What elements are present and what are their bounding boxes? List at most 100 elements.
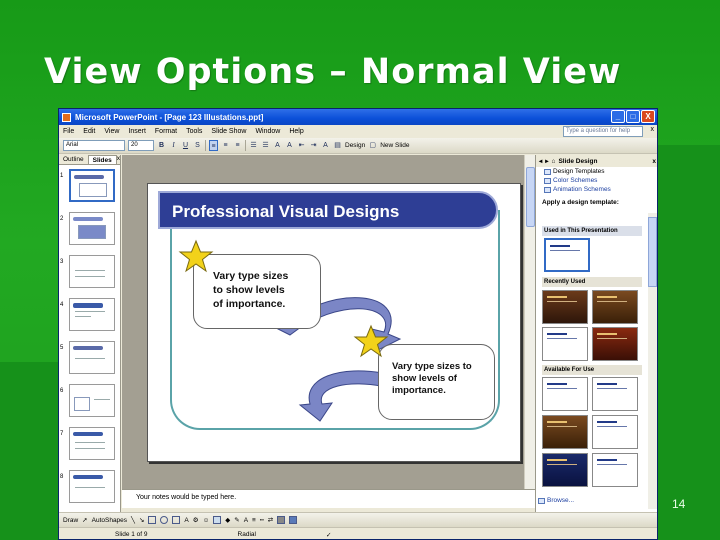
slide-thumbnail[interactable] [69, 384, 115, 417]
numbering-icon[interactable]: ☰ [249, 140, 258, 151]
rectangle-icon[interactable] [148, 516, 157, 524]
document-close-icon[interactable]: x [651, 126, 655, 133]
template-thumbnail[interactable] [542, 327, 588, 361]
clipart-icon[interactable]: ☺ [203, 517, 210, 524]
shadow-icon[interactable] [277, 516, 286, 524]
task-pane-scrollbar[interactable] [648, 213, 657, 509]
3d-icon[interactable] [289, 516, 298, 524]
font-color-icon[interactable]: A [321, 140, 330, 151]
scrollbar-thumb[interactable] [526, 167, 535, 227]
thumbnail-row[interactable]: 7 [59, 427, 119, 463]
menu-help[interactable]: Help [289, 128, 303, 135]
link-animation-schemes[interactable]: Animation Schemes [536, 185, 657, 194]
back-arrow-icon[interactable]: ◂ [539, 157, 542, 165]
browse-link[interactable]: Browse... [538, 497, 574, 504]
thumbnail-row[interactable]: 6 [59, 384, 119, 420]
wordart-icon[interactable]: A [184, 517, 188, 524]
scrollbar-thumb[interactable] [648, 217, 657, 287]
draw-menu[interactable]: Draw [63, 517, 78, 524]
thumbnail-row[interactable]: 1 [59, 169, 119, 205]
forward-arrow-icon[interactable]: ▸ [545, 157, 548, 165]
template-thumbnail[interactable] [592, 327, 638, 361]
menu-slide-show[interactable]: Slide Show [211, 128, 246, 135]
align-right-icon[interactable]: ≡ [233, 140, 242, 151]
task-pane-close-icon[interactable]: x [652, 158, 656, 165]
bold-button[interactable]: B [157, 140, 166, 151]
thumbnail-row[interactable]: 8 [59, 470, 119, 506]
thumbnail-row[interactable]: 4 [59, 298, 119, 334]
tab-outline[interactable]: Outline [59, 155, 88, 164]
minimize-button[interactable]: _ [611, 110, 625, 123]
diagram-icon[interactable]: ⚙ [193, 516, 199, 524]
oval-icon[interactable] [160, 516, 169, 524]
picture-icon[interactable] [213, 516, 222, 524]
tab-slides[interactable]: Slides [87, 155, 117, 164]
template-thumbnail[interactable] [542, 290, 588, 324]
underline-button[interactable]: U [181, 140, 190, 151]
link-color-schemes[interactable]: Color Schemes [536, 176, 657, 185]
template-thumbnail[interactable] [542, 453, 588, 487]
decrease-font-icon[interactable]: A [285, 140, 294, 151]
design-button[interactable]: Design [345, 142, 365, 149]
italic-button[interactable]: I [169, 140, 178, 151]
shadow-button[interactable]: S [193, 140, 202, 151]
menu-window[interactable]: Window [255, 128, 280, 135]
slide-thumbnail[interactable] [69, 255, 115, 288]
slide-thumbnail[interactable] [69, 169, 115, 202]
help-search-input[interactable]: Type a question for help [563, 126, 643, 137]
fill-color-icon[interactable]: ◆ [225, 516, 230, 524]
home-icon[interactable]: ⌂ [552, 158, 556, 165]
textbox-icon[interactable] [172, 516, 181, 524]
autoshapes-menu[interactable]: AutoShapes [92, 517, 127, 524]
slide-thumbnail[interactable] [69, 470, 115, 503]
menu-tools[interactable]: Tools [186, 128, 202, 135]
align-left-icon[interactable]: ≡ [209, 140, 218, 151]
slide-thumbnail[interactable] [69, 212, 115, 245]
design-icon[interactable]: ▤ [333, 140, 342, 151]
current-slide[interactable]: Professional Visual Designs Vary type si… [147, 183, 521, 462]
menu-insert[interactable]: Insert [128, 128, 146, 135]
font-size-select[interactable]: 20 [128, 140, 154, 151]
bullets-icon[interactable]: ☰ [261, 140, 270, 151]
template-thumbnail[interactable] [544, 238, 590, 272]
new-slide-button[interactable]: New Slide [380, 142, 409, 149]
thumbnail-row[interactable]: 5 [59, 341, 119, 377]
thumbnail-row[interactable]: 2 [59, 212, 119, 248]
increase-font-icon[interactable]: A [273, 140, 282, 151]
close-button[interactable]: X [641, 110, 655, 123]
pane-tabs: Outline Slides x [59, 155, 120, 165]
new-slide-icon[interactable]: ▢ [368, 140, 377, 151]
window-titlebar[interactable]: Microsoft PowerPoint - [Page 123 Illusta… [59, 109, 657, 125]
link-design-templates[interactable]: Design Templates [536, 167, 657, 176]
template-thumbnail[interactable] [592, 415, 638, 449]
menu-view[interactable]: View [104, 128, 119, 135]
vertical-scrollbar[interactable] [524, 155, 535, 489]
line-style-icon[interactable]: ≡ [252, 517, 256, 524]
indent-left-icon[interactable]: ⇤ [297, 140, 306, 151]
template-thumbnail[interactable] [542, 415, 588, 449]
select-pointer-icon[interactable]: ➚ [82, 516, 87, 524]
menu-format[interactable]: Format [155, 128, 177, 135]
indent-right-icon[interactable]: ⇥ [309, 140, 318, 151]
thumbnail-row[interactable]: 3 [59, 255, 119, 291]
slide-thumbnail[interactable] [69, 427, 115, 460]
dash-style-icon[interactable]: ┅ [260, 516, 264, 524]
arrow-icon[interactable]: ↘ [139, 516, 144, 524]
template-thumbnail[interactable] [592, 377, 638, 411]
font-name-select[interactable]: Arial [63, 140, 125, 151]
line-icon[interactable]: ╲ [131, 516, 135, 524]
slide-thumbnail[interactable] [69, 341, 115, 374]
menu-edit[interactable]: Edit [83, 128, 95, 135]
font-color-icon[interactable]: A [244, 517, 248, 524]
callout-box-2: Vary type sizes to show levels of import… [378, 344, 495, 420]
template-thumbnail[interactable] [542, 377, 588, 411]
slide-thumbnail[interactable] [69, 298, 115, 331]
menu-file[interactable]: File [63, 128, 74, 135]
line-color-icon[interactable]: ✎ [234, 516, 239, 524]
template-thumbnail[interactable] [592, 290, 638, 324]
arrow-style-icon[interactable]: ⇄ [268, 516, 273, 524]
notes-pane[interactable]: Your notes would be typed here. [122, 489, 535, 508]
template-thumbnail[interactable] [592, 453, 638, 487]
maximize-button[interactable]: □ [626, 110, 640, 123]
align-center-icon[interactable]: ≡ [221, 140, 230, 151]
